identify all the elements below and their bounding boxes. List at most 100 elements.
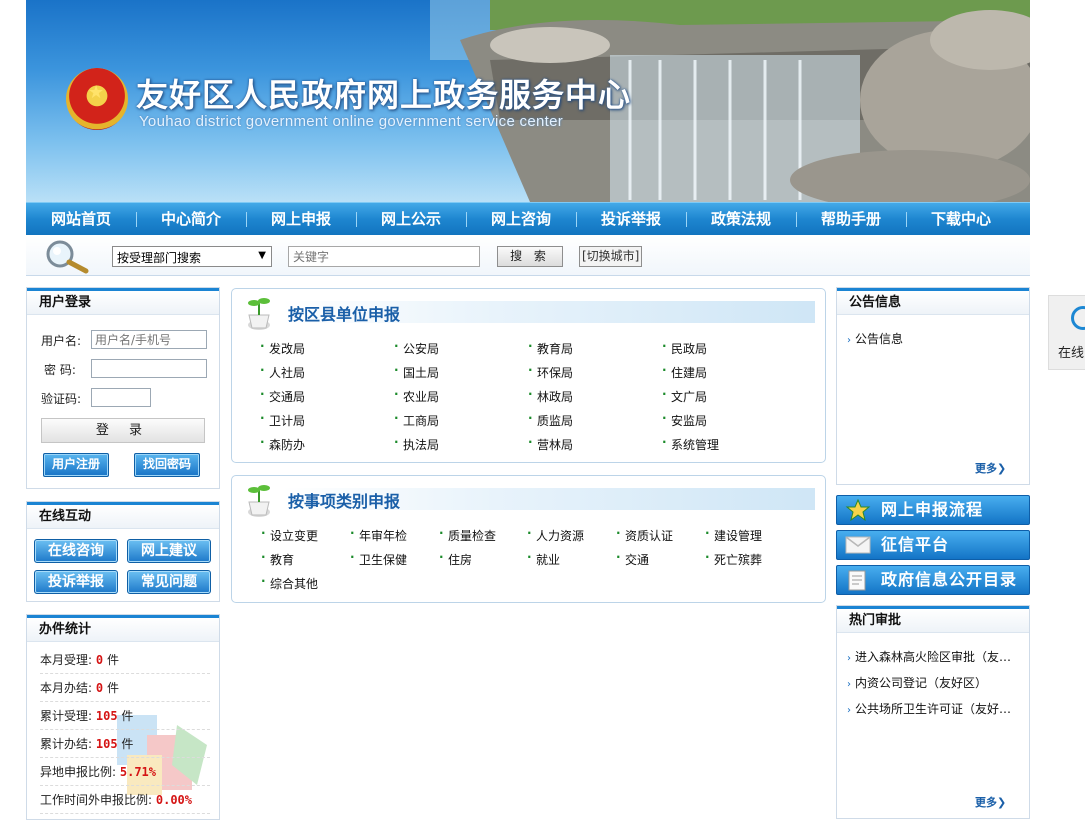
unit-link[interactable]: 公安局	[394, 339, 439, 357]
unit-link[interactable]: 林政局	[528, 387, 573, 405]
online-suggestion-button[interactable]: 网上建议	[127, 539, 211, 563]
hot-title: 热门审批	[837, 606, 1029, 633]
unit-link[interactable]: 森防办	[260, 435, 305, 453]
category-link[interactable]: 人力资源	[527, 526, 584, 544]
unit-link[interactable]: 民政局	[662, 339, 707, 357]
float-tab-label: 在线	[1058, 346, 1085, 361]
main-nav: 网站首页 中心简介 网上申报 网上公示 网上咨询 投诉举报 政策法规 帮助手册 …	[26, 202, 1030, 235]
unit-link[interactable]: 质监局	[528, 411, 573, 429]
online-service-float-tab[interactable]: 在线	[1048, 295, 1085, 370]
faq-button[interactable]: 常见问题	[127, 570, 211, 594]
captcha-label: 验证码:	[41, 392, 82, 406]
nav-complaint[interactable]: 投诉举报	[576, 203, 686, 236]
dropdown-arrow-icon: ▼	[258, 250, 266, 261]
captcha-input[interactable]	[91, 388, 151, 407]
stats-title: 办件统计	[27, 615, 219, 642]
sprout-pot-icon	[248, 298, 270, 330]
nav-online-publicity[interactable]: 网上公示	[356, 203, 466, 236]
online-interaction-panel: 在线互动 在线咨询 网上建议 投诉举报 常见问题	[26, 501, 220, 602]
hot-item[interactable]: › 公共场所卫生许可证（友好…	[847, 700, 1011, 717]
stats-unit: 件	[121, 709, 134, 723]
category-link[interactable]: 质量检查	[439, 526, 496, 544]
department-search-select[interactable]: 按受理部门搜索 ▼	[112, 246, 272, 267]
notice-panel: 公告信息 › 公告信息 更多❯	[836, 287, 1030, 485]
username-input[interactable]	[91, 330, 207, 349]
stats-unit: 件	[106, 681, 119, 695]
unit-link[interactable]: 卫计局	[260, 411, 305, 429]
category-link[interactable]: 交通	[616, 550, 649, 568]
unit-link[interactable]: 农业局	[394, 387, 439, 405]
stats-label: 本月办结:	[40, 681, 93, 695]
stats-value: 105	[95, 709, 118, 723]
unit-link[interactable]: 发改局	[260, 339, 305, 357]
arrow-right-icon: ›	[847, 335, 851, 346]
nav-policy[interactable]: 政策法规	[686, 203, 796, 236]
star-icon	[845, 499, 871, 521]
stats-unit: 件	[121, 737, 134, 751]
nav-download[interactable]: 下载中心	[906, 203, 1016, 236]
unit-link[interactable]: 人社局	[260, 363, 305, 381]
password-input[interactable]	[91, 359, 207, 378]
site-subtitle: Youhao district government online govern…	[139, 113, 564, 130]
by-category-title: 按事项类别申报	[288, 492, 401, 511]
hot-more-link[interactable]: 更多❯	[975, 794, 1006, 810]
stats-row: 本月受理: 0 件	[40, 646, 210, 674]
credit-platform-button[interactable]: 征信平台	[836, 530, 1030, 560]
interaction-title: 在线互动	[27, 502, 219, 529]
category-link[interactable]: 建设管理	[705, 526, 762, 544]
recover-password-button[interactable]: 找回密码	[134, 453, 200, 477]
stats-value: 0	[95, 653, 104, 667]
nav-help[interactable]: 帮助手册	[796, 203, 906, 236]
declare-by-category-panel: 按事项类别申报 设立变更 年审年检 质量检查 人力资源 资质认证 建设管理 教育…	[231, 475, 826, 603]
notice-item[interactable]: › 公告信息	[847, 330, 903, 347]
nav-home[interactable]: 网站首页	[26, 203, 136, 236]
double-chevron-right-icon: ❯	[997, 796, 1007, 809]
hot-item[interactable]: › 进入森林高火险区审批（友…	[847, 648, 1011, 665]
unit-link[interactable]: 教育局	[528, 339, 573, 357]
unit-link[interactable]: 文广局	[662, 387, 707, 405]
hot-item-label: 内资公司登记（友好区）	[855, 676, 988, 690]
stats-label: 异地申报比例:	[40, 765, 117, 779]
unit-link[interactable]: 安监局	[662, 411, 707, 429]
captcha-row: 验证码:	[41, 388, 151, 407]
nav-about[interactable]: 中心简介	[136, 203, 246, 236]
declare-process-button[interactable]: 网上申报流程	[836, 495, 1030, 525]
category-link[interactable]: 设立变更	[261, 526, 318, 544]
nav-online-declare[interactable]: 网上申报	[246, 203, 356, 236]
category-link[interactable]: 死亡殡葬	[705, 550, 762, 568]
gov-info-disclosure-button[interactable]: 政府信息公开目录	[836, 565, 1030, 595]
category-link[interactable]: 年审年检	[350, 526, 407, 544]
arrow-right-icon: ›	[847, 679, 851, 690]
unit-link[interactable]: 环保局	[528, 363, 573, 381]
unit-link[interactable]: 营林局	[528, 435, 573, 453]
register-button[interactable]: 用户注册	[43, 453, 109, 477]
more-label: 更多	[975, 796, 997, 809]
stats-unit: 件	[106, 653, 119, 667]
category-link[interactable]: 教育	[261, 550, 294, 568]
unit-link[interactable]: 系统管理	[662, 435, 719, 453]
category-link[interactable]: 资质认证	[616, 526, 673, 544]
select-value: 按受理部门搜索	[117, 251, 202, 265]
complaint-button[interactable]: 投诉举报	[34, 570, 118, 594]
login-button[interactable]: 登 录	[41, 418, 205, 443]
search-button[interactable]: 搜 索	[497, 246, 563, 267]
unit-link[interactable]: 住建局	[662, 363, 707, 381]
online-consult-button[interactable]: 在线咨询	[34, 539, 118, 563]
category-link[interactable]: 住房	[439, 550, 472, 568]
unit-link[interactable]: 执法局	[394, 435, 439, 453]
category-link[interactable]: 综合其他	[261, 574, 318, 592]
notice-title: 公告信息	[837, 288, 1029, 315]
notice-more-link[interactable]: 更多❯	[975, 460, 1006, 476]
declare-by-unit-panel: 按区县单位申报 发改局 公安局 教育局 民政局 人社局 国土局 环保局 住建局 …	[231, 288, 826, 463]
category-link[interactable]: 卫生保健	[350, 550, 407, 568]
switch-city-button[interactable]: [切换城市]	[579, 246, 643, 267]
keyword-input[interactable]	[288, 246, 480, 267]
category-link[interactable]: 就业	[527, 550, 560, 568]
unit-link[interactable]: 工商局	[394, 411, 439, 429]
nav-online-consult[interactable]: 网上咨询	[466, 203, 576, 236]
hot-item[interactable]: › 内资公司登记（友好区）	[847, 674, 987, 691]
unit-link[interactable]: 国土局	[394, 363, 439, 381]
national-emblem-icon: ★	[66, 68, 128, 130]
quick-link-label: 政府信息公开目录	[881, 570, 1018, 589]
unit-link[interactable]: 交通局	[260, 387, 305, 405]
